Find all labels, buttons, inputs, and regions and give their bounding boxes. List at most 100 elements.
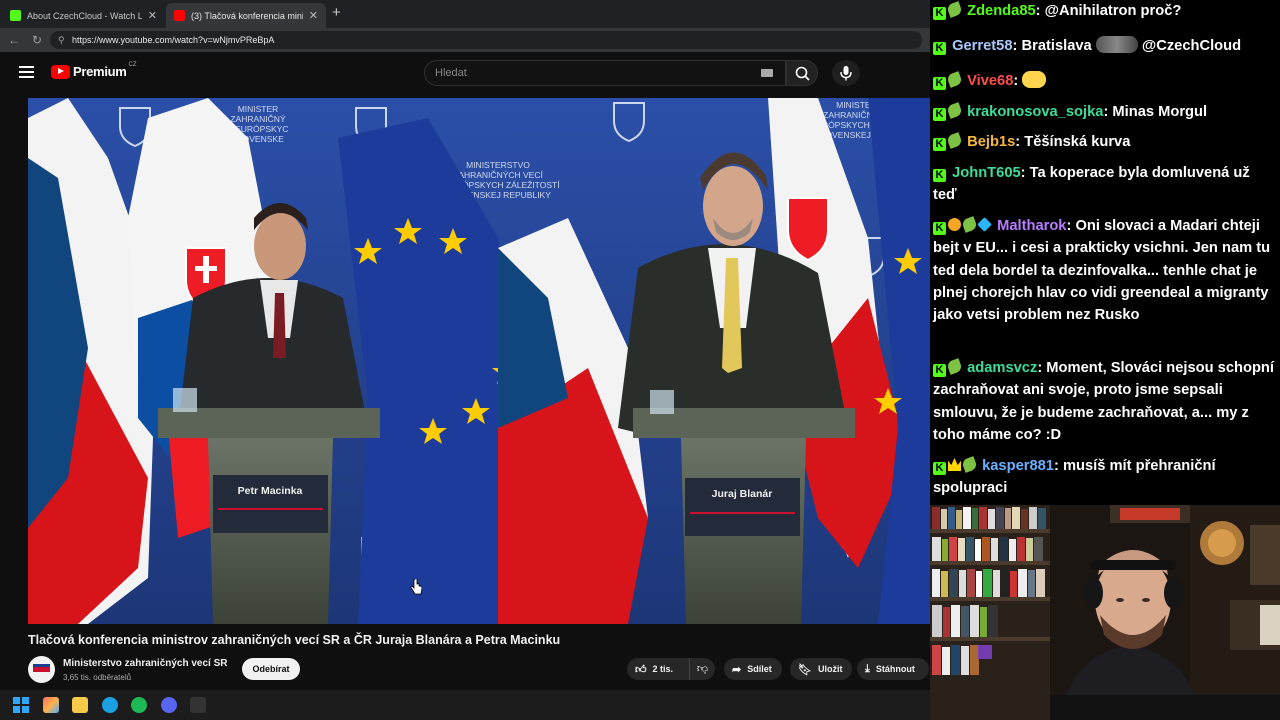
emoji-emote-icon bbox=[1022, 71, 1047, 88]
tab-strip: About CzechCloud - Watch Live o ✕ (3) Tl… bbox=[0, 0, 930, 28]
download-button[interactable]: ⤓ Stáhnout bbox=[857, 658, 929, 680]
video-player[interactable]: MINISTER ZAHRANIČNÝ A EURÓPSKYC SLOVENSKE M… bbox=[28, 98, 930, 624]
like-count: 2 tis. bbox=[652, 664, 674, 674]
browser-window: About CzechCloud - Watch Live o ✕ (3) Tl… bbox=[0, 0, 930, 690]
channel-name[interactable]: Ministerstvo zahraničných vecí SR bbox=[63, 658, 228, 669]
subscribe-button[interactable]: Odebírat bbox=[242, 658, 300, 680]
chat-message: K Maltharok: Oni slovaci a Madari chteji… bbox=[933, 216, 1271, 324]
kick-badge-icon: K bbox=[933, 169, 946, 182]
region-code: CZ bbox=[128, 61, 137, 68]
chat-text: Minas Morgul bbox=[1112, 104, 1208, 120]
chat-username[interactable]: Bejb1s bbox=[967, 134, 1015, 150]
close-tab-icon[interactable]: ✕ bbox=[309, 9, 318, 22]
coin-badge-icon bbox=[948, 218, 961, 231]
webcam-feed bbox=[930, 505, 1280, 720]
copilot-icon[interactable] bbox=[43, 697, 59, 713]
download-label: Stáhnout bbox=[875, 664, 915, 674]
chat-message: K JohnT605: Ta koperace byla domluvená u… bbox=[933, 165, 1250, 204]
svg-text:ZAHRANIČNÝCH VECÍ: ZAHRANIČNÝCH VECÍ bbox=[453, 170, 543, 180]
kick-badge-icon: K bbox=[933, 138, 946, 151]
leaf-badge-icon bbox=[946, 1, 963, 18]
discord-icon[interactable] bbox=[161, 697, 177, 713]
chat-message: K Zdenda85: @Anihilatron proč? bbox=[933, 0, 1275, 22]
download-icon: ⤓ bbox=[865, 662, 870, 675]
kick-badge-icon: K bbox=[933, 7, 946, 20]
site-info-icon[interactable]: ⚲ bbox=[58, 31, 65, 49]
video-frame: MINISTERZAHRANIČNÝA EURÓPSKYCSLOVENSKE M… bbox=[28, 98, 930, 624]
logo-text: Premium bbox=[73, 64, 127, 79]
kick-badge-icon: K bbox=[933, 462, 946, 475]
chat-message: K Vive68: bbox=[933, 70, 1275, 92]
menu-icon[interactable] bbox=[19, 66, 34, 78]
windows-start-icon[interactable] bbox=[13, 697, 29, 713]
leaf-badge-icon bbox=[961, 216, 978, 233]
screen: About CzechCloud - Watch Live o ✕ (3) Tl… bbox=[0, 0, 1280, 720]
kick-badge-icon: K bbox=[933, 222, 946, 235]
chat-message: K adamsvcz: Moment, Slováci nejsou schop… bbox=[933, 358, 1274, 443]
new-tab-icon[interactable]: + bbox=[332, 4, 341, 21]
close-tab-icon[interactable]: ✕ bbox=[148, 9, 157, 22]
chat-username[interactable]: adamsvcz bbox=[967, 360, 1037, 376]
kick-badge-icon: K bbox=[933, 77, 946, 90]
share-button[interactable]: ➦ Sdílet bbox=[724, 658, 782, 680]
tab-youtube[interactable]: (3) Tlačová konferencia ministrov ✕ bbox=[166, 3, 326, 28]
channel-avatar[interactable] bbox=[28, 656, 55, 683]
gem-badge-icon bbox=[977, 217, 992, 232]
chat-username[interactable]: krakonosova_sojka bbox=[967, 104, 1103, 120]
chat-message: K krakonosova_sojka: Minas Morgul bbox=[933, 101, 1275, 123]
edge-browser-icon[interactable] bbox=[102, 697, 118, 713]
leaf-badge-icon bbox=[946, 102, 963, 119]
tab-title: About CzechCloud - Watch Live o bbox=[27, 10, 142, 21]
chat-username[interactable]: Gerret58 bbox=[952, 38, 1012, 54]
save-button[interactable]: 🔖︎ Uložit bbox=[790, 658, 853, 680]
epic-games-icon[interactable] bbox=[190, 697, 206, 713]
youtube-favicon-icon bbox=[174, 10, 185, 21]
back-icon[interactable]: ← bbox=[8, 33, 20, 47]
svg-text:MINISTERSTVO: MINISTERSTVO bbox=[466, 160, 530, 170]
chat-username[interactable]: Zdenda85 bbox=[967, 3, 1036, 19]
tab-czechcloud[interactable]: About CzechCloud - Watch Live o ✕ bbox=[2, 3, 165, 28]
svg-text:MINISTER: MINISTER bbox=[238, 104, 279, 114]
save-label: Uložit bbox=[817, 664, 843, 674]
leaf-badge-icon bbox=[946, 358, 963, 375]
reload-icon[interactable]: ↻ bbox=[32, 33, 42, 47]
bookmark-icon: 🔖︎ bbox=[798, 663, 812, 676]
chat-text: Oni slovaci a Madari chteji bejt v EU...… bbox=[933, 218, 1271, 324]
taskbar bbox=[0, 690, 930, 720]
kick-badge-icon: K bbox=[933, 42, 946, 55]
chat-message: K kasper881: musíš mít přehraniční spolu… bbox=[933, 456, 1216, 497]
chat-text: @Anihilatron proč? bbox=[1044, 3, 1182, 19]
chat-text: Bratislava bbox=[1021, 38, 1092, 54]
kick-favicon-icon bbox=[10, 10, 21, 21]
like-button[interactable]: 👍︎ 2 tis. bbox=[627, 658, 689, 680]
podium-left-nameplate: Petr Macinka bbox=[238, 485, 303, 497]
url-input[interactable]: ⚲ https://www.youtube.com/watch?v=wNjmvP… bbox=[50, 31, 922, 49]
spotify-icon[interactable] bbox=[131, 697, 147, 713]
hand-cursor-icon bbox=[410, 579, 422, 595]
leaf-badge-icon bbox=[961, 456, 978, 473]
kick-badge-icon: K bbox=[933, 108, 946, 121]
keyboard-icon[interactable] bbox=[761, 69, 773, 77]
chat-message: K Bejb1s: Těšínská kurva bbox=[933, 131, 1275, 153]
voice-search-button[interactable] bbox=[832, 60, 860, 86]
car-emote-icon bbox=[1095, 36, 1138, 53]
url-text: https://www.youtube.com/watch?v=wNjmvPRe… bbox=[72, 35, 275, 45]
chat-username[interactable]: Maltharok bbox=[997, 218, 1066, 234]
thumbs-down-icon: 👎︎ bbox=[696, 663, 709, 675]
chat-username[interactable]: Vive68 bbox=[967, 73, 1013, 89]
search-input[interactable]: Hledat bbox=[424, 60, 786, 86]
chat-text-mention: @CzechCloud bbox=[1141, 38, 1242, 54]
thumbs-up-icon: 👍︎ bbox=[635, 663, 647, 676]
chat-username[interactable]: JohnT605 bbox=[952, 165, 1021, 181]
share-label: Sdílet bbox=[747, 664, 772, 674]
chat-username[interactable]: kasper881 bbox=[982, 458, 1054, 474]
kick-badge-icon: K bbox=[933, 364, 946, 377]
crown-badge-icon bbox=[948, 458, 961, 471]
address-bar-row: ← ↻ ⚲ https://www.youtube.com/watch?v=wN… bbox=[0, 28, 930, 52]
subscriber-count: 3,65 tis. odběratelů bbox=[63, 673, 132, 682]
search-button[interactable] bbox=[786, 60, 818, 86]
file-explorer-icon[interactable] bbox=[72, 697, 88, 713]
dislike-button[interactable]: 👎︎ bbox=[689, 658, 715, 680]
youtube-header: Premium CZ Hledat bbox=[0, 52, 930, 94]
youtube-logo[interactable]: Premium CZ bbox=[51, 61, 137, 79]
